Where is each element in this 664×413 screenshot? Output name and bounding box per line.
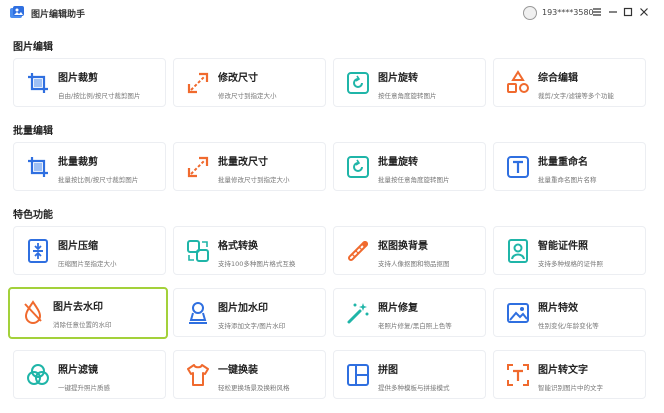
card-desc: 裁剪/文字/滤镜等多个功能 — [538, 92, 614, 100]
rotate-icon — [347, 156, 369, 178]
card-label: 照片滤镜 — [58, 365, 98, 376]
section-title-image-edit: 图片编辑 — [13, 42, 53, 53]
card-outfit-change[interactable]: 一键换装 轻松更换场景及换粉风格 — [173, 350, 326, 399]
card-compress[interactable]: 图片压缩 压缩图片至指定大小 — [13, 226, 166, 275]
card-remove-watermark[interactable]: 图片去水印 消除任意位置的水印 — [8, 287, 168, 339]
card-desc: 智能识别图片中的文字 — [538, 384, 603, 392]
rotate-icon — [347, 72, 369, 94]
card-batch-crop[interactable]: 批量裁剪 批量按比例/按尺寸裁剪图片 — [13, 142, 166, 191]
card-desc: 批量按任意角度旋转图片 — [378, 176, 450, 184]
section-title-features: 特色功能 — [13, 210, 53, 221]
card-add-watermark[interactable]: 图片加水印 支持添加文字/图片水印 — [173, 288, 326, 337]
card-cutout-background[interactable]: 抠图换背景 支持人像抠图和物品抠图 — [333, 226, 486, 275]
convert-icon — [187, 240, 209, 262]
app-logo-icon — [10, 6, 24, 18]
card-desc: 按任意角度旋转图片 — [378, 92, 437, 100]
card-desc: 支持人像抠图和物品抠图 — [378, 260, 450, 268]
filter-icon — [27, 364, 49, 385]
card-crop[interactable]: 图片裁剪 自由/按比例/按尺寸裁剪图片 — [13, 58, 166, 107]
title-bar: 图片编辑助手 193****3580 — [0, 0, 664, 26]
close-icon — [640, 8, 648, 16]
card-desc: 支持多种规格的证件照 — [538, 260, 603, 268]
text-icon — [507, 156, 529, 178]
card-desc: 轻松更换场景及换粉风格 — [218, 384, 290, 392]
card-comprehensive-edit[interactable]: 综合编辑 裁剪/文字/滤镜等多个功能 — [493, 58, 646, 107]
card-batch-resize[interactable]: 批量改尺寸 批量修改尺寸到指定大小 — [173, 142, 326, 191]
card-format-convert[interactable]: 格式转换 支持100多种图片格式互换 — [173, 226, 326, 275]
card-desc: 压缩图片至指定大小 — [58, 260, 117, 268]
card-desc: 自由/按比例/按尺寸裁剪图片 — [58, 92, 141, 100]
card-id-photo[interactable]: 智能证件照 支持多种规格的证件照 — [493, 226, 646, 275]
maximize-button[interactable] — [621, 5, 635, 19]
card-label: 照片特效 — [538, 303, 578, 314]
cutout-icon — [348, 241, 368, 261]
card-label: 照片修复 — [378, 303, 418, 314]
app-window: 图片编辑助手 193****3580 图片编辑 批量编辑 特色功能 图片裁剪 自… — [0, 0, 664, 413]
card-photo-effects[interactable]: 照片特效 性别变化/年龄变化等 — [493, 288, 646, 337]
app-title: 图片编辑助手 — [31, 10, 86, 20]
card-photo-filter[interactable]: 照片滤镜 一键提升照片质感 — [13, 350, 166, 399]
card-desc: 批量修改尺寸到指定大小 — [218, 176, 290, 184]
card-label: 拼图 — [378, 365, 398, 376]
card-label: 图片裁剪 — [58, 73, 98, 84]
user-avatar[interactable] — [523, 6, 537, 20]
crop-icon — [28, 157, 48, 177]
card-label: 图片加水印 — [218, 303, 268, 314]
maximize-icon — [623, 7, 633, 17]
card-label: 抠图换背景 — [378, 241, 428, 252]
minimize-button[interactable] — [606, 5, 620, 19]
menu-button[interactable] — [590, 5, 604, 19]
card-desc: 消除任意位置的水印 — [53, 321, 112, 329]
card-desc: 支持100多种图片格式互换 — [218, 260, 296, 268]
resize-icon — [187, 156, 209, 178]
card-label: 图片旋转 — [378, 73, 418, 84]
card-label: 综合编辑 — [538, 73, 578, 84]
card-label: 图片压缩 — [58, 241, 98, 252]
ocr-icon — [507, 364, 529, 386]
magic-wand-icon — [347, 303, 369, 324]
effects-icon — [507, 303, 529, 323]
card-desc: 老照片修复/黑白照上色等 — [378, 322, 452, 330]
compress-icon — [28, 239, 48, 263]
resize-icon — [187, 72, 209, 94]
idphoto-icon — [508, 239, 528, 263]
card-label: 一键换装 — [218, 365, 258, 376]
menu-icon — [593, 8, 601, 16]
remove-watermark-icon — [24, 300, 42, 324]
close-button[interactable] — [637, 5, 651, 19]
tshirt-icon — [187, 364, 209, 386]
card-batch-rotate[interactable]: 批量旋转 批量按任意角度旋转图片 — [333, 142, 486, 191]
minimize-icon — [609, 11, 617, 13]
user-account[interactable]: 193****3580 — [542, 8, 594, 17]
card-desc: 批量重命名图片名称 — [538, 176, 597, 184]
collage-icon — [347, 364, 369, 386]
card-label: 批量改尺寸 — [218, 157, 268, 168]
add-watermark-icon — [189, 302, 207, 324]
card-label: 批量裁剪 — [58, 157, 98, 168]
card-batch-rename[interactable]: 批量重命名 批量重命名图片名称 — [493, 142, 646, 191]
card-label: 批量重命名 — [538, 157, 588, 168]
card-label: 修改尺寸 — [218, 73, 258, 84]
section-title-batch-edit: 批量编辑 — [13, 126, 53, 137]
card-desc: 批量按比例/按尺寸裁剪图片 — [58, 176, 139, 184]
card-label: 批量旋转 — [378, 157, 418, 168]
shapes-icon — [507, 70, 529, 93]
card-photo-restore[interactable]: 照片修复 老照片修复/黑白照上色等 — [333, 288, 486, 337]
crop-icon — [28, 73, 48, 93]
card-label: 智能证件照 — [538, 241, 588, 252]
card-collage[interactable]: 拼图 提供多种模板与拼接模式 — [333, 350, 486, 399]
card-desc: 性别变化/年龄变化等 — [538, 322, 599, 330]
card-image-to-text[interactable]: 图片转文字 智能识别图片中的文字 — [493, 350, 646, 399]
card-label: 图片去水印 — [53, 302, 103, 313]
card-rotate[interactable]: 图片旋转 按任意角度旋转图片 — [333, 58, 486, 107]
card-desc: 一键提升照片质感 — [58, 384, 110, 392]
card-desc: 修改尺寸到指定大小 — [218, 92, 277, 100]
card-desc: 支持添加文字/图片水印 — [218, 322, 286, 330]
card-label: 图片转文字 — [538, 365, 588, 376]
card-label: 格式转换 — [218, 241, 258, 252]
card-resize[interactable]: 修改尺寸 修改尺寸到指定大小 — [173, 58, 326, 107]
card-desc: 提供多种模板与拼接模式 — [378, 384, 450, 392]
